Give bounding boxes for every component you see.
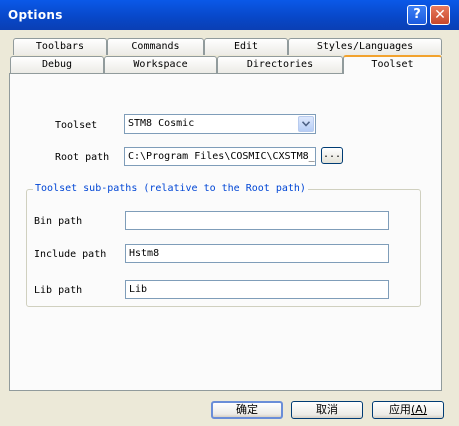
window-title: Options: [8, 8, 63, 22]
lib-path-field[interactable]: Lib: [125, 280, 389, 299]
include-path-field[interactable]: Hstm8: [125, 244, 389, 263]
toolset-dropdown[interactable]: STM8 Cosmic: [124, 114, 316, 134]
tab-styles-languages[interactable]: Styles/Languages: [288, 38, 442, 55]
options-dialog: Options ? ✕ Toolbars Commands Edit Style…: [0, 0, 459, 426]
tab-edit[interactable]: Edit: [204, 38, 288, 55]
bin-path-field[interactable]: [125, 211, 389, 230]
tab-directories[interactable]: Directories: [217, 56, 343, 73]
tab-toolset[interactable]: Toolset: [343, 55, 442, 74]
tab-commands[interactable]: Commands: [107, 38, 204, 55]
apply-button[interactable]: 应用(A): [372, 401, 444, 419]
help-button[interactable]: ?: [407, 5, 427, 25]
chevron-down-icon[interactable]: [298, 116, 314, 132]
apply-button-shortcut: (A): [410, 403, 428, 416]
toolset-label: Toolset: [55, 120, 98, 131]
root-path-field[interactable]: C:\Program Files\COSMIC\CXSTM8_: [124, 147, 316, 166]
close-icon: ✕: [434, 7, 446, 23]
browse-root-button[interactable]: ...: [321, 147, 343, 164]
cancel-button[interactable]: 取消: [291, 401, 363, 419]
include-path-label: Include path: [34, 249, 107, 260]
close-button[interactable]: ✕: [430, 5, 450, 25]
tab-debug[interactable]: Debug: [10, 56, 104, 73]
toolset-dropdown-value: STM8 Cosmic: [128, 118, 195, 129]
lib-path-label: Lib path: [34, 285, 83, 296]
help-icon: ?: [413, 7, 421, 22]
tab-workspace[interactable]: Workspace: [104, 56, 217, 73]
tab-toolbars[interactable]: Toolbars: [13, 38, 107, 55]
bin-path-label: Bin path: [34, 216, 83, 227]
toolset-panel: Toolset STM8 Cosmic Root path C:\Program…: [9, 73, 442, 391]
ok-button[interactable]: 确定: [211, 401, 283, 419]
root-path-label: Root path: [55, 152, 110, 163]
group-title: Toolset sub-paths (relative to the Root …: [33, 183, 308, 194]
apply-button-label: 应用: [388, 403, 411, 416]
title-bar[interactable]: Options ? ✕: [0, 0, 459, 30]
toolset-subpaths-group: Toolset sub-paths (relative to the Root …: [26, 183, 421, 307]
